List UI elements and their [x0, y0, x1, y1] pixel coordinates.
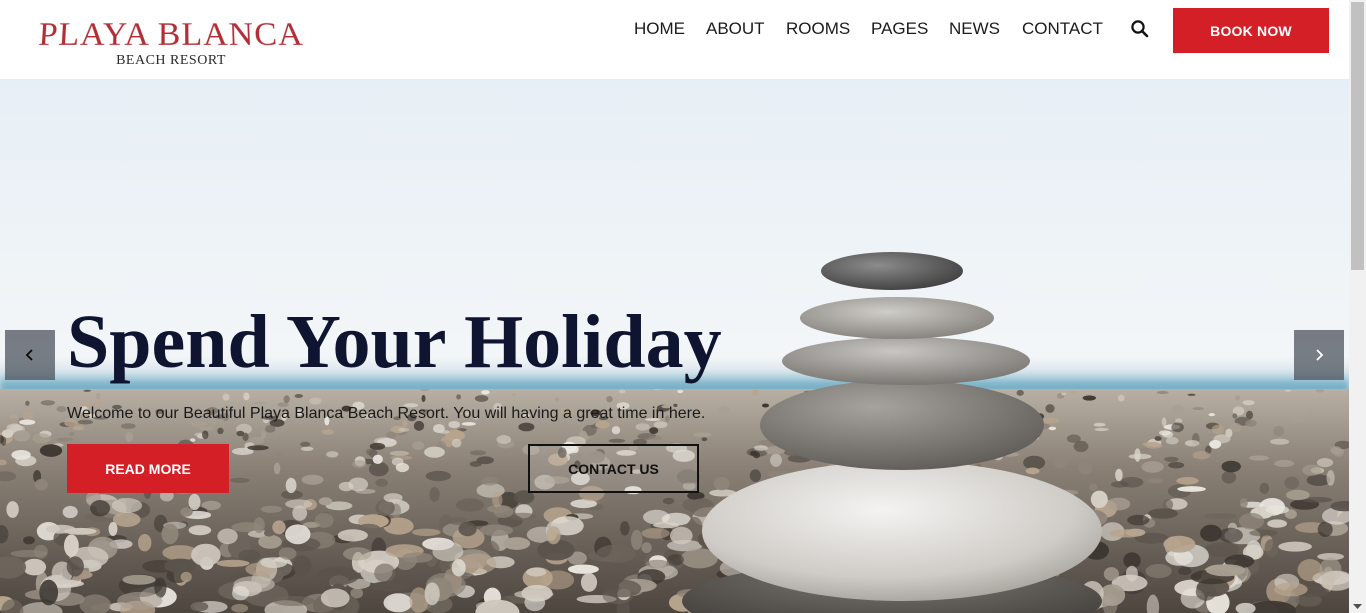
hero-slider: Spend Your Holiday Welcome to our Beauti…: [0, 79, 1349, 613]
nav-item-pages[interactable]: PAGES: [871, 19, 928, 39]
site-header: PLAYA BLANCA BEACH RESORT HOME ABOUT ROO…: [0, 0, 1349, 79]
stacked-stones-image: [682, 252, 1102, 613]
scroll-down-arrow-icon[interactable]: [1352, 602, 1363, 611]
contact-us-button[interactable]: CONTACT US: [528, 444, 699, 493]
book-now-button[interactable]: BOOK NOW: [1173, 8, 1329, 53]
logo-name: PLAYA BLANCA: [37, 16, 305, 53]
search-icon[interactable]: [1130, 19, 1150, 39]
site-logo[interactable]: PLAYA BLANCA BEACH RESORT: [26, 14, 316, 70]
nav-item-about[interactable]: ABOUT: [706, 19, 765, 39]
slider-next-button[interactable]: [1294, 330, 1344, 380]
read-more-button[interactable]: READ MORE: [67, 444, 229, 493]
chevron-left-icon: [25, 349, 33, 361]
nav-item-rooms[interactable]: ROOMS: [786, 19, 850, 39]
hero-subtitle: Welcome to our Beautiful Playa Blanca Be…: [67, 405, 706, 422]
slider-prev-button[interactable]: [5, 330, 55, 380]
scrollbar-thumb[interactable]: [1351, 2, 1364, 270]
logo-tagline: BEACH RESORT: [116, 53, 226, 68]
nav-item-news[interactable]: NEWS: [949, 19, 1000, 39]
nav-item-contact[interactable]: CONTACT: [1022, 19, 1103, 39]
nav-item-home[interactable]: HOME: [634, 19, 685, 39]
chevron-right-icon: [1316, 349, 1324, 361]
hero-title: Spend Your Holiday: [67, 300, 722, 384]
